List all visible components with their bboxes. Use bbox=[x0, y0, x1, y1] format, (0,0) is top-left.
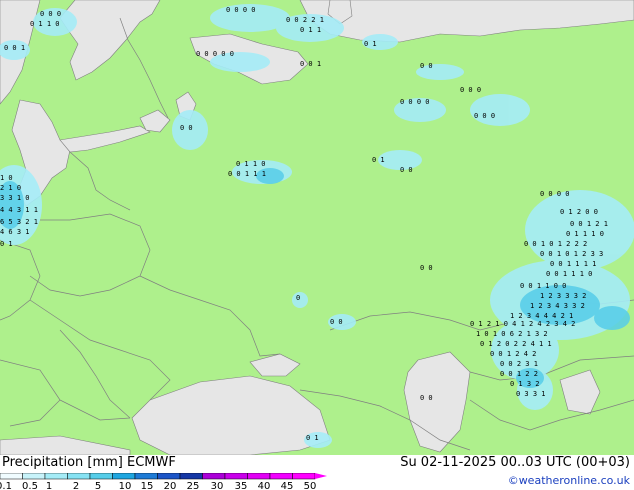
svg-text:0 0 0: 0 0 0 bbox=[40, 10, 61, 18]
legend-swatch bbox=[202, 473, 226, 480]
legend-swatch bbox=[67, 473, 91, 480]
svg-text:0 0 2 2 1: 0 0 2 2 1 bbox=[286, 16, 324, 24]
run-time-label: Su 02-11-2025 00..03 UTC (00+03) bbox=[400, 455, 630, 470]
legend-tick-label: 0.5 bbox=[22, 481, 38, 490]
svg-text:0 0 1 0 1 2 3 3: 0 0 1 0 1 2 3 3 bbox=[540, 250, 603, 258]
svg-text:0 0: 0 0 bbox=[180, 124, 193, 132]
legend-tick-label: 25 bbox=[187, 481, 200, 490]
svg-text:0 1: 0 1 bbox=[364, 40, 377, 48]
legend-swatch bbox=[44, 473, 68, 480]
svg-text:1 2 3 4 4 4 2 1: 1 2 3 4 4 4 2 1 bbox=[510, 312, 573, 320]
legend-swatch bbox=[112, 473, 136, 480]
svg-text:4 4 3 1 1: 4 4 3 1 1 bbox=[0, 206, 38, 214]
svg-text:0 0 1 2 2: 0 0 1 2 2 bbox=[500, 370, 538, 378]
legend-tick-label: 5 bbox=[95, 481, 101, 490]
legend-swatch bbox=[157, 473, 181, 480]
legend-swatch bbox=[292, 473, 316, 480]
svg-text:0 0: 0 0 bbox=[420, 264, 433, 272]
svg-text:0 0: 0 0 bbox=[330, 318, 343, 326]
legend-tick-label: 2 bbox=[73, 481, 79, 490]
svg-text:0 0 1 1 0 0: 0 0 1 1 0 0 bbox=[520, 282, 566, 290]
legend-tick-label: 1 bbox=[46, 481, 52, 490]
legend-arrow bbox=[315, 473, 327, 479]
legend-tick-label: 40 bbox=[258, 481, 271, 490]
svg-text:0 1: 0 1 bbox=[306, 434, 319, 442]
svg-text:2 1 0: 2 1 0 bbox=[0, 184, 21, 192]
svg-text:0 0 0 0: 0 0 0 0 bbox=[400, 98, 430, 106]
legend-swatch bbox=[134, 473, 158, 480]
svg-text:1 2 3 3 3 2: 1 2 3 3 3 2 bbox=[540, 292, 586, 300]
legend-swatch bbox=[0, 473, 23, 480]
legend-swatch bbox=[269, 473, 293, 480]
svg-text:0 1 2 1 0 4 1 2 4 2 3 4 2: 0 1 2 1 0 4 1 2 4 2 3 4 2 bbox=[470, 320, 575, 328]
svg-text:0 1 2 0 2 2 4 1 1: 0 1 2 0 2 2 4 1 1 bbox=[480, 340, 552, 348]
svg-text:0 0 1 1 1: 0 0 1 1 1 bbox=[228, 170, 266, 178]
svg-text:0 3 3 1: 0 3 3 1 bbox=[516, 390, 546, 398]
legend-tick-label: 45 bbox=[281, 481, 294, 490]
svg-text:0 0 2 3 1: 0 0 2 3 1 bbox=[500, 360, 538, 368]
svg-text:3 3 1 0: 3 3 1 0 bbox=[0, 194, 30, 202]
precipitation-legend: 0.10.5125101520253035404550 bbox=[0, 473, 327, 490]
svg-text:0 0 1: 0 0 1 bbox=[4, 44, 25, 52]
legend-tick-label: 30 bbox=[211, 481, 224, 490]
svg-text:0 1 1 0: 0 1 1 0 bbox=[236, 160, 266, 168]
svg-text:0 0 1 2 4 2: 0 0 1 2 4 2 bbox=[490, 350, 536, 358]
svg-text:0 0: 0 0 bbox=[400, 166, 413, 174]
legend-tick-label: 10 bbox=[119, 481, 132, 490]
precipitation-map: 0 0 0 0 1 1 0 0 0 1 0 0 0 0 0 0 2 2 1 0 1 1 … bbox=[0, 0, 634, 455]
legend-tick-label: 0.1 bbox=[0, 481, 12, 490]
svg-text:0 1 2 0 0: 0 1 2 0 0 bbox=[560, 208, 598, 216]
svg-text:0 1 3 2: 0 1 3 2 bbox=[510, 380, 540, 388]
legend-tick-label: 35 bbox=[235, 481, 248, 490]
svg-text:0 0: 0 0 bbox=[420, 394, 433, 402]
svg-text:0 0 1 0 1 2 2 2: 0 0 1 0 1 2 2 2 bbox=[524, 240, 587, 248]
svg-text:0 0 1 1 1 0: 0 0 1 1 1 0 bbox=[546, 270, 592, 278]
source-credit: ©weatheronline.co.uk bbox=[507, 474, 630, 487]
svg-text:1 0 1 0 6 2 1 3 2: 1 0 1 0 6 2 1 3 2 bbox=[476, 330, 548, 338]
svg-text:0 0 1 1 1 1: 0 0 1 1 1 1 bbox=[550, 260, 596, 268]
svg-text:0: 0 bbox=[296, 294, 300, 302]
svg-text:0 1 1: 0 1 1 bbox=[300, 26, 321, 34]
legend-swatch bbox=[247, 473, 271, 480]
svg-text:0 0 0: 0 0 0 bbox=[474, 112, 495, 120]
svg-text:0 1: 0 1 bbox=[372, 156, 385, 164]
legend-swatch bbox=[22, 473, 46, 480]
svg-text:0 0 0 0 0: 0 0 0 0 0 bbox=[196, 50, 234, 58]
legend-tick-label: 20 bbox=[164, 481, 177, 490]
svg-text:4 6 3 1: 4 6 3 1 bbox=[0, 228, 30, 236]
legend-swatch bbox=[179, 473, 203, 480]
svg-text:0 0 1: 0 0 1 bbox=[300, 60, 321, 68]
svg-text:0 0 0 0: 0 0 0 0 bbox=[226, 6, 256, 14]
svg-text:6 5 3 2 1: 6 5 3 2 1 bbox=[0, 218, 38, 226]
svg-text:0 1 1 0: 0 1 1 0 bbox=[30, 20, 60, 28]
svg-text:0 1 1 1 0: 0 1 1 1 0 bbox=[566, 230, 604, 238]
svg-text:1 0: 1 0 bbox=[0, 174, 13, 182]
legend-tick-label: 50 bbox=[304, 481, 317, 490]
svg-text:0 0: 0 0 bbox=[420, 62, 433, 70]
svg-text:1 2 3 4 3 3 2: 1 2 3 4 3 3 2 bbox=[530, 302, 585, 310]
legend-swatch bbox=[89, 473, 113, 480]
svg-text:0 0 0: 0 0 0 bbox=[460, 86, 481, 94]
svg-text:0 1: 0 1 bbox=[0, 240, 13, 248]
legend-tick-label: 15 bbox=[141, 481, 154, 490]
legend-swatch bbox=[224, 473, 248, 480]
svg-text:0 0 1 2 1: 0 0 1 2 1 bbox=[570, 220, 608, 228]
svg-text:0 0 0 0: 0 0 0 0 bbox=[540, 190, 570, 198]
map-title: Precipitation [mm] ECMWF bbox=[2, 455, 176, 470]
